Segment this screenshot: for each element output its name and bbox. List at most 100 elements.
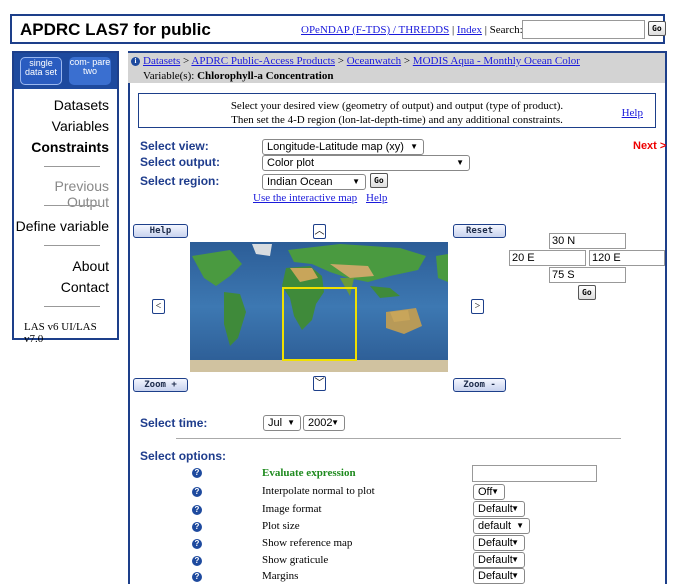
help-question-icon[interactable]: ? — [192, 556, 202, 566]
plot-size-select[interactable]: default ▼ — [473, 518, 530, 534]
tab-compare-two[interactable]: com- pare two — [69, 57, 111, 85]
dropdown-arrow-icon: ▼ — [331, 418, 339, 427]
image-format-select-value: Default — [478, 503, 513, 515]
sidebar: single data set com- pare two Datasets V… — [12, 51, 119, 345]
header-separator: | — [484, 24, 487, 36]
chevron-down-icon: ﹀ — [314, 378, 325, 389]
select-time-label: Select time: — [140, 416, 208, 430]
world-map-graphic — [190, 242, 448, 372]
breadcrumb-modis[interactable]: MODIS Aqua - Monthly Ocean Color — [413, 55, 580, 67]
margins-select[interactable]: Default ▼ — [473, 568, 525, 584]
header-separator: | — [451, 24, 455, 36]
output-select[interactable]: Color plot ▼ — [262, 155, 470, 171]
month-select-value: Jul — [268, 417, 283, 429]
search-input[interactable] — [522, 20, 645, 39]
map-reset-button[interactable]: Reset — [453, 224, 506, 238]
coords-go-button[interactable]: Go — [578, 285, 596, 300]
map-help-button[interactable]: Help — [133, 224, 188, 238]
zoom-out-button[interactable]: Zoom - — [453, 378, 506, 392]
version-text: LAS v6 UI/LAS v7.0 — [24, 321, 97, 345]
tab-label: single data set — [24, 58, 58, 77]
instructions-line1: Select your desired view (geometry of ou… — [230, 100, 564, 112]
dropdown-arrow-icon: ▼ — [352, 177, 360, 186]
output-select-value: Color plot — [267, 157, 315, 169]
reference-map-select-value: Default — [478, 537, 513, 549]
breadcrumb-oceanwatch[interactable]: Oceanwatch — [347, 55, 401, 67]
view-select[interactable]: Longitude-Latitude map (xy) ▼ — [262, 139, 424, 155]
sidebar-item-contact[interactable]: Contact — [61, 279, 109, 295]
west-coord-input[interactable]: 20 E — [509, 250, 586, 266]
north-coord-input[interactable]: 30 N — [549, 233, 626, 249]
evaluate-expression-label: Evaluate expression — [262, 467, 356, 479]
south-coord-input[interactable]: 75 S — [549, 267, 626, 283]
sidebar-item-datasets[interactable]: Datasets — [54, 97, 109, 113]
reference-map-select[interactable]: Default ▼ — [473, 535, 525, 551]
reference-map-label: Show reference map — [262, 537, 353, 549]
dropdown-arrow-icon: ▼ — [511, 571, 519, 580]
pan-left-button[interactable]: < — [152, 299, 165, 314]
image-format-label: Image format — [262, 503, 322, 515]
header-bar: APDRC LAS7 for public OPeNDAP (F-TDS) / … — [10, 14, 666, 44]
graticule-select[interactable]: Default ▼ — [473, 552, 525, 568]
app-title: APDRC LAS7 for public — [20, 20, 211, 39]
tab-single-data-set[interactable]: single data set — [20, 57, 62, 85]
pan-right-button[interactable]: > — [471, 299, 484, 314]
help-question-icon[interactable]: ? — [192, 572, 202, 582]
dropdown-arrow-icon: ▼ — [410, 142, 418, 151]
sidebar-item-about[interactable]: About — [72, 258, 109, 274]
interactive-map-link[interactable]: Use the interactive map — [253, 192, 357, 204]
interpolate-label: Interpolate normal to plot — [262, 485, 375, 497]
region-select-value: Indian Ocean — [267, 176, 333, 188]
help-question-icon[interactable]: ? — [192, 522, 202, 532]
opendap-link[interactable]: OPeNDAP (F-TDS) / THREDDS — [301, 24, 449, 36]
world-map[interactable] — [190, 242, 448, 372]
breadcrumb-datasets[interactable]: Datasets — [143, 55, 180, 67]
instructions-box: Select your desired view (geometry of ou… — [138, 93, 656, 128]
image-format-select[interactable]: Default ▼ — [473, 501, 525, 517]
breadcrumb-sep: > — [337, 55, 344, 67]
breadcrumb-apdrc[interactable]: APDRC Public-Access Products — [191, 55, 335, 67]
section-divider — [176, 438, 621, 439]
margins-select-value: Default — [478, 570, 513, 582]
chevron-right-icon: > — [474, 301, 481, 312]
help-question-icon[interactable]: ? — [192, 468, 202, 478]
month-select[interactable]: Jul ▼ — [263, 415, 301, 431]
graticule-select-value: Default — [478, 554, 513, 566]
dropdown-arrow-icon: ▼ — [511, 504, 519, 513]
margins-label: Margins — [262, 570, 299, 582]
interpolate-select[interactable]: Off ▼ — [473, 484, 505, 500]
zoom-in-button[interactable]: Zoom + — [133, 378, 188, 392]
index-link[interactable]: Index — [457, 24, 482, 36]
variable-label: Variable(s): — [143, 70, 195, 82]
main-border-left — [128, 83, 130, 584]
year-select[interactable]: 2002 ▼ — [303, 415, 345, 431]
region-help-link[interactable]: Help — [366, 192, 387, 204]
evaluate-expression-input[interactable] — [472, 465, 597, 482]
dropdown-arrow-icon: ▼ — [456, 158, 464, 167]
chevron-up-icon: ︿ — [314, 226, 325, 237]
region-select[interactable]: Indian Ocean ▼ — [262, 174, 366, 190]
dropdown-arrow-icon: ▼ — [491, 487, 499, 496]
pan-up-button[interactable]: ︿ — [313, 224, 326, 239]
sidebar-divider — [44, 306, 100, 307]
east-coord-input[interactable]: 120 E — [589, 250, 665, 266]
dropdown-arrow-icon: ▼ — [511, 538, 519, 547]
region-go-button[interactable]: Go — [370, 173, 388, 188]
instructions-help-link[interactable]: Help — [622, 106, 643, 120]
instructions-line2: Then set the 4-D region (lon-lat-depth-t… — [231, 114, 563, 126]
sidebar-item-constraints[interactable]: Constraints — [31, 139, 109, 155]
variable-value: Chlorophyll-a Concentration — [197, 70, 334, 82]
year-select-value: 2002 — [308, 417, 333, 429]
help-question-icon[interactable]: ? — [192, 505, 202, 515]
dropdown-arrow-icon: ▼ — [516, 521, 524, 530]
plot-size-label: Plot size — [262, 520, 300, 532]
help-question-icon[interactable]: ? — [192, 539, 202, 549]
sidebar-divider — [44, 205, 100, 206]
help-question-icon[interactable]: ? — [192, 487, 202, 497]
sidebar-item-define-variable[interactable]: Define variable — [16, 218, 109, 234]
pan-down-button[interactable]: ﹀ — [313, 376, 326, 391]
next-button[interactable]: Next > — [633, 140, 666, 152]
search-go-button[interactable]: Go — [648, 21, 666, 36]
plot-size-select-value: default — [478, 520, 512, 532]
sidebar-item-variables[interactable]: Variables — [52, 118, 109, 134]
